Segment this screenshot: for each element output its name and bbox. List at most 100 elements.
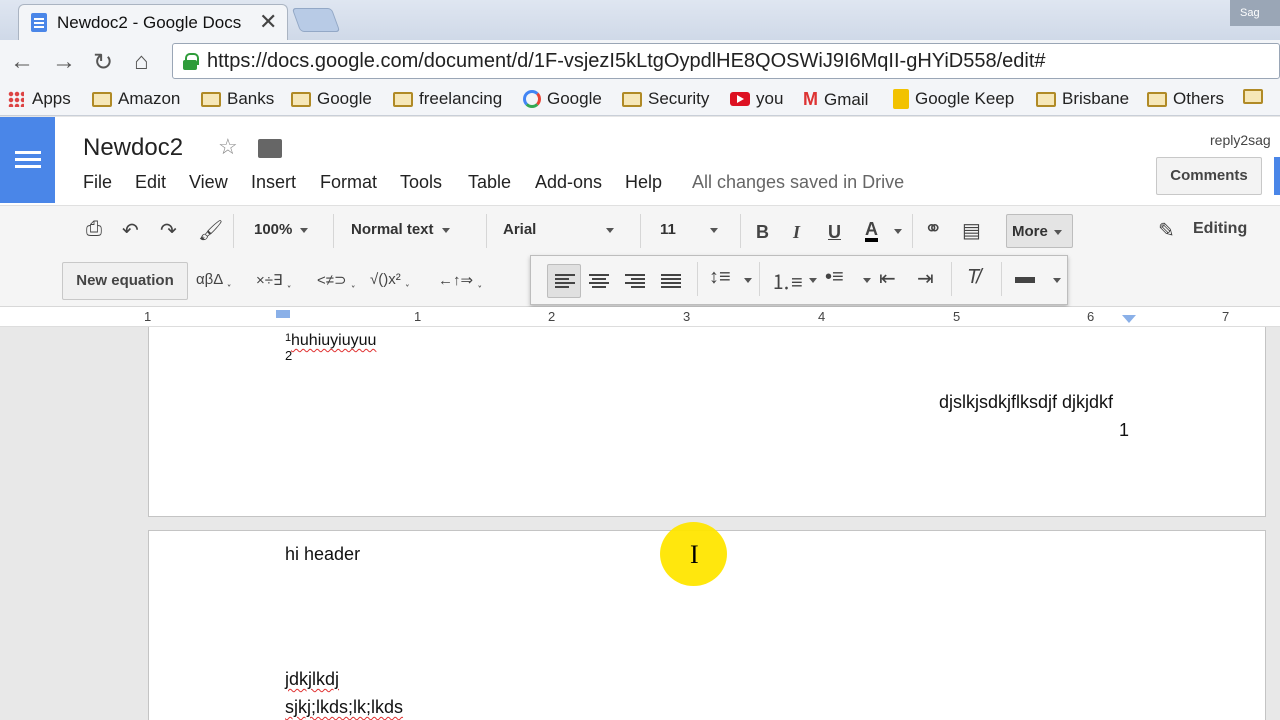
header-text[interactable]: hi header — [285, 544, 360, 565]
redo-icon[interactable]: ↷ — [160, 218, 177, 243]
back-arrow-icon[interactable]: ← — [10, 48, 34, 76]
bookmark-others[interactable]: Others — [1147, 89, 1224, 109]
menu-tools[interactable]: Tools — [400, 172, 442, 193]
home-icon[interactable]: ⌂ — [134, 48, 149, 76]
bookmark-gmail[interactable]: M Gmail — [803, 89, 868, 110]
decrease-indent-icon[interactable]: ⇤ — [879, 266, 896, 291]
chevron-down-icon[interactable] — [894, 229, 902, 234]
tab-close-icon[interactable]: ✕ — [259, 9, 277, 35]
save-status[interactable]: All changes saved in Drive — [692, 172, 904, 193]
footnote-marker: 2 — [285, 348, 293, 363]
bookmark-overflow[interactable] — [1243, 89, 1269, 104]
address-bar[interactable]: https://docs.google.com/document/d/1F-vs… — [172, 43, 1280, 79]
align-left-button[interactable] — [547, 264, 581, 298]
relations-menu[interactable]: <≠⊃ ˯ — [317, 271, 356, 289]
chevron-down-icon — [1053, 229, 1062, 235]
gmail-icon: M — [803, 89, 818, 109]
italic-button[interactable]: I — [793, 222, 800, 243]
numbered-list-icon[interactable]: ⒈≡ — [771, 266, 803, 295]
forward-arrow-icon[interactable]: → — [52, 48, 76, 76]
justify-icon[interactable] — [661, 274, 681, 288]
font-size-select[interactable]: 11 — [660, 221, 718, 238]
new-equation-button[interactable]: New equation — [62, 262, 188, 300]
indent-marker-icon[interactable] — [276, 310, 290, 318]
underline-button[interactable]: U — [828, 222, 841, 243]
paint-format-icon[interactable]: 🖌 — [198, 218, 223, 243]
formatting-toolbar: ⎙ ↶ ↷ 🖌 100% Normal text Arial 11 B I U … — [0, 205, 1280, 255]
user-email[interactable]: reply2sag — [1210, 132, 1271, 148]
link-icon[interactable]: ⚭ — [924, 216, 942, 242]
page-1[interactable]: 1 huhiuyiuyuu 2 djslkjsdkjflksdjf djkjdk… — [148, 327, 1266, 517]
footnote-text[interactable]: huhiuyiuyuu — [291, 332, 376, 350]
folder-icon — [1243, 89, 1263, 104]
document-canvas[interactable]: 1 huhiuyiuyuu 2 djslkjsdkjflksdjf djkjdk… — [0, 327, 1280, 720]
ruler-number: 6 — [1087, 309, 1095, 324]
document-title[interactable]: Newdoc2 — [83, 134, 183, 162]
chevron-down-icon — [441, 227, 450, 233]
profile-badge[interactable]: Sag — [1230, 0, 1280, 26]
menu-file[interactable]: File — [83, 172, 112, 193]
more-toolbar-popup: ↕≡ ⒈≡ •≡ ⇤ ⇥ T̸ ▬ — [530, 255, 1068, 305]
bookmark-brisbane[interactable]: Brisbane — [1036, 89, 1129, 109]
bookmark-security[interactable]: Security — [622, 89, 709, 109]
bookmark-amazon[interactable]: Amazon — [92, 89, 180, 109]
undo-icon[interactable]: ↶ — [122, 218, 139, 243]
comments-button[interactable]: Comments — [1156, 157, 1262, 195]
page-number: 1 — [1119, 420, 1130, 440]
bookmark-banks[interactable]: Banks — [201, 89, 274, 109]
bookmark-apps[interactable]: Apps — [8, 89, 71, 109]
bookmark-you[interactable]: you — [730, 89, 783, 109]
input-tools-icon[interactable]: ▬ — [1015, 266, 1035, 289]
misc-operations-menu[interactable]: ×÷∃ ˯ — [256, 271, 292, 289]
menu-table[interactable]: Table — [468, 172, 511, 193]
menu-edit[interactable]: Edit — [135, 172, 166, 193]
menu-help[interactable]: Help — [625, 172, 662, 193]
chevron-down-icon[interactable] — [863, 278, 871, 283]
share-button[interactable] — [1274, 157, 1280, 195]
menu-insert[interactable]: Insert — [251, 172, 296, 193]
line-spacing-icon[interactable]: ↕≡ — [709, 266, 731, 289]
style-select[interactable]: Normal text — [351, 221, 450, 238]
move-to-folder-icon[interactable] — [258, 139, 282, 158]
chevron-down-icon[interactable] — [1053, 278, 1061, 283]
print-icon[interactable]: ⎙ — [86, 218, 102, 241]
bold-button[interactable]: B — [756, 222, 769, 243]
bookmark-google-keep[interactable]: Google Keep — [893, 89, 1014, 109]
chevron-down-icon — [300, 227, 309, 233]
comment-icon[interactable]: ▤ — [962, 218, 981, 243]
increase-indent-icon[interactable]: ⇥ — [917, 266, 934, 291]
folder-icon — [201, 91, 221, 107]
arrows-menu[interactable]: ←↑⇒ ˯ — [438, 271, 482, 289]
chevron-down-icon[interactable] — [744, 278, 752, 283]
reload-icon[interactable]: ↻ — [93, 48, 113, 77]
new-tab-button[interactable] — [291, 8, 341, 32]
star-icon[interactable]: ☆ — [218, 134, 238, 160]
body-line[interactable]: jdkjlkdj — [285, 669, 339, 690]
menu-addons[interactable]: Add-ons — [535, 172, 602, 193]
menu-view[interactable]: View — [189, 172, 228, 193]
chevron-down-icon — [606, 227, 615, 233]
docs-home-icon[interactable] — [0, 117, 55, 203]
url-text[interactable]: https://docs.google.com/document/d/1F-vs… — [207, 50, 1046, 73]
ruler[interactable]: 1 1 2 3 4 5 6 7 — [0, 307, 1280, 327]
text-color-button[interactable]: A — [865, 220, 878, 242]
bulleted-list-icon[interactable]: •≡ — [825, 266, 844, 289]
more-button[interactable]: More — [1006, 214, 1073, 248]
browser-tab[interactable]: Newdoc2 - Google Docs ✕ — [18, 4, 288, 40]
math-operators-menu[interactable]: √()x² ˯ — [370, 271, 410, 288]
align-right-icon[interactable] — [625, 274, 645, 288]
footer-text[interactable]: djslkjsdkjflksdjf djkjdkf — [939, 392, 1113, 413]
align-center-icon[interactable] — [589, 274, 609, 288]
bookmark-freelancing[interactable]: freelancing — [393, 89, 502, 109]
menu-format[interactable]: Format — [320, 172, 377, 193]
chevron-down-icon[interactable] — [809, 278, 817, 283]
greek-letters-menu[interactable]: αβΔ ˯ — [196, 271, 232, 288]
bookmark-google-folder[interactable]: Google — [291, 89, 372, 109]
editing-mode[interactable]: Editing — [1193, 220, 1247, 238]
font-select[interactable]: Arial — [503, 221, 615, 238]
right-indent-marker-icon[interactable] — [1122, 315, 1136, 323]
zoom-select[interactable]: 100% — [254, 221, 309, 238]
body-line[interactable]: sjkj;lkds;lk;lkds — [285, 697, 403, 718]
bookmark-google[interactable]: Google — [523, 89, 602, 109]
clear-formatting-icon[interactable]: T̸ — [967, 266, 979, 289]
